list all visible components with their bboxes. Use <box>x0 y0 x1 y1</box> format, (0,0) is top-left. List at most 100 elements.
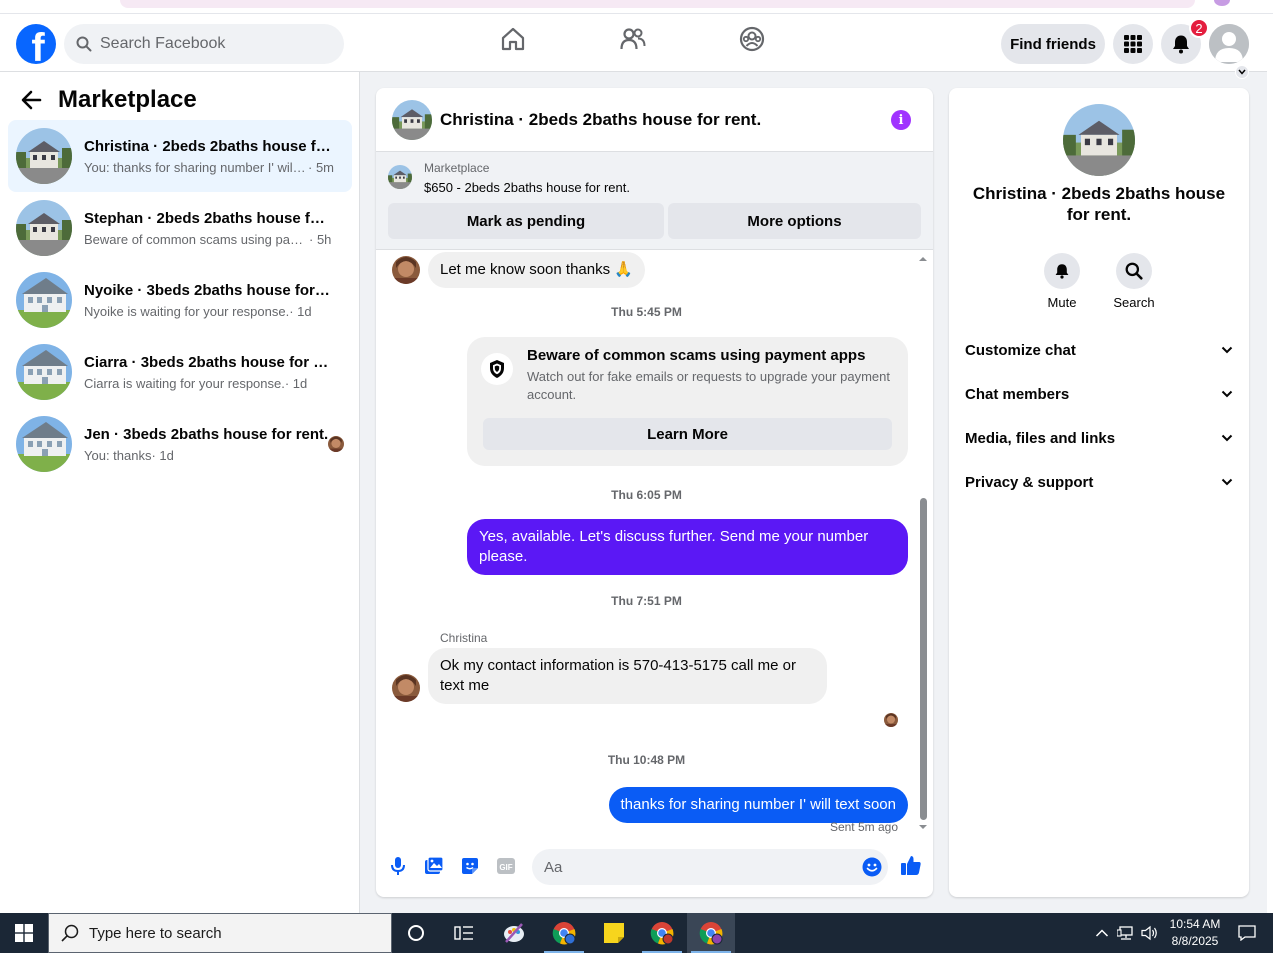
conversation-preview: You: thanks <box>84 447 152 463</box>
sticky-notes-icon[interactable] <box>590 913 638 953</box>
media-files-links-section[interactable]: Media, files and links <box>965 426 1233 450</box>
bell-icon <box>1173 35 1189 54</box>
chat-info-thumbnail[interactable] <box>1063 104 1135 176</box>
search-label: Search <box>1113 295 1155 310</box>
message-list: Let me know soon thanks 🙏 Thu 5:45 PM Be… <box>376 250 933 836</box>
notifications-button[interactable]: 2 <box>1161 18 1209 64</box>
scam-warning-card: Beware of common scams using payment app… <box>467 337 908 466</box>
info-icon[interactable]: i <box>891 110 911 130</box>
chevron-down-icon[interactable] <box>1235 65 1249 79</box>
photo-icon[interactable] <box>424 856 444 876</box>
taskbar-search-placeholder: Type here to search <box>89 924 222 942</box>
windows-taskbar: Type here to search 10:54 AM 8/8/2025 <box>0 913 1273 953</box>
scam-warning-title: Beware of common scams using payment app… <box>527 347 866 364</box>
avatar <box>392 674 420 702</box>
message-bubble: Let me know soon thanks 🙏 <box>428 252 645 288</box>
message-status: Sent 5m ago <box>829 820 898 834</box>
facebook-logo-icon[interactable]: f <box>16 24 56 64</box>
menu-grid-icon[interactable] <box>1113 24 1153 64</box>
chrome-icon[interactable] <box>540 913 588 953</box>
system-clock[interactable]: 10:54 AM 8/8/2025 <box>1160 916 1230 950</box>
privacy-support-section[interactable]: Privacy & support <box>965 470 1233 494</box>
conversation-name: Stephan · 2beds 2baths house for rent. <box>84 209 334 227</box>
back-arrow-icon[interactable] <box>20 89 42 111</box>
top-navigation: f Find friends 2 <box>0 14 1267 79</box>
search-bar[interactable] <box>64 24 344 64</box>
section-label: Privacy & support <box>965 473 1094 491</box>
windows-start-icon[interactable] <box>0 913 48 953</box>
action-center-icon[interactable] <box>1238 913 1256 953</box>
mute-label: Mute <box>1047 295 1077 310</box>
listing-thumbnail <box>16 200 72 256</box>
task-view-icon[interactable] <box>440 913 488 953</box>
browser-tab-strip <box>0 0 1273 14</box>
more-options-button[interactable]: More options <box>668 203 921 239</box>
conversation-time: · 5h <box>309 231 332 247</box>
scrollbar-thumb[interactable] <box>920 498 927 820</box>
conversation-time: · 1d <box>151 447 174 463</box>
conversation-preview: Ciarra is waiting for your response. <box>84 375 285 391</box>
chat-title[interactable]: Christina · 2beds 2baths house for rent. <box>440 110 761 130</box>
gif-icon[interactable]: GIF <box>496 856 516 876</box>
search-icon <box>76 36 92 52</box>
customize-chat-section[interactable]: Customize chat <box>965 338 1233 362</box>
listing-thumbnail[interactable] <box>388 165 412 189</box>
search-in-chat-button[interactable]: Search <box>1104 253 1164 310</box>
conversation-item[interactable]: Ciarra · 3beds 2baths house for rent. Ci… <box>8 336 352 408</box>
friends-icon[interactable] <box>620 26 646 57</box>
mark-as-pending-button[interactable]: Mark as pending <box>388 203 664 239</box>
profile-avatar[interactable] <box>1209 24 1249 64</box>
chat-panel: Christina · 2beds 2baths house for rent.… <box>376 88 933 897</box>
timestamp: Thu 5:45 PM <box>611 305 682 319</box>
svg-text:GIF: GIF <box>499 863 512 872</box>
avatar <box>392 256 420 284</box>
conversation-item[interactable]: Stephan · 2beds 2baths house for rent. B… <box>8 192 352 264</box>
chrome-icon[interactable] <box>638 913 686 953</box>
browser-tab[interactable] <box>120 0 1195 8</box>
page-scrollbar[interactable] <box>1267 14 1273 913</box>
clock-time: 10:54 AM <box>1169 917 1221 931</box>
search-input[interactable] <box>100 35 320 53</box>
microphone-icon[interactable] <box>388 856 408 876</box>
listing-title[interactable]: $650 - 2beds 2baths house for rent. <box>424 180 630 195</box>
page-title: Marketplace <box>58 86 197 113</box>
section-label: Chat members <box>965 385 1070 403</box>
mute-button[interactable]: Mute <box>1032 253 1092 310</box>
chat-members-section[interactable]: Chat members <box>965 382 1233 406</box>
network-icon[interactable] <box>1117 913 1135 953</box>
volume-icon[interactable] <box>1141 913 1159 953</box>
chat-info-panel: Christina · 2beds 2baths house for rent.… <box>949 88 1249 897</box>
chat-thumbnail[interactable] <box>392 100 432 140</box>
listing-thumbnail <box>16 416 72 472</box>
listing-thumbnail <box>16 272 72 328</box>
show-hidden-icons-chevron-icon[interactable] <box>1095 913 1109 953</box>
read-receipt-avatar <box>884 713 898 727</box>
sidebar-header: Marketplace <box>20 86 197 114</box>
thumbs-up-icon[interactable] <box>900 854 921 875</box>
conversation-preview: Nyoike is waiting for your response. <box>84 303 290 319</box>
find-friends-button[interactable]: Find friends <box>1001 24 1105 64</box>
timestamp: Thu 6:05 PM <box>611 488 682 502</box>
sender-name: Christina <box>440 631 488 645</box>
message-input[interactable] <box>544 849 844 885</box>
search-icon <box>61 924 79 942</box>
conversation-preview: Beware of common scams using payment app… <box>84 231 309 247</box>
taskbar-search-box[interactable]: Type here to search <box>48 913 392 953</box>
emoji-icon[interactable] <box>862 857 882 882</box>
conversation-item[interactable]: Christina · 2beds 2baths house for rent.… <box>8 120 352 192</box>
chat-header: Christina · 2beds 2baths house for rent.… <box>376 88 933 152</box>
paint-app-icon[interactable] <box>490 913 538 953</box>
conversation-item[interactable]: Nyoike · 3beds 2baths house for rent. Ny… <box>8 264 352 336</box>
chevron-down-icon <box>1221 434 1233 442</box>
listing-thumbnail <box>16 344 72 400</box>
message-input-wrapper <box>532 849 888 885</box>
browser-profile-icon[interactable] <box>1214 0 1230 6</box>
conversation-item[interactable]: Jen · 3beds 2baths house for rent. You: … <box>8 408 352 480</box>
groups-icon[interactable] <box>739 26 765 57</box>
home-icon[interactable] <box>500 26 526 57</box>
chrome-icon[interactable] <box>687 913 735 953</box>
learn-more-button[interactable]: Learn More <box>483 418 892 450</box>
cortana-icon[interactable] <box>392 913 440 953</box>
chat-scrollbar[interactable] <box>917 254 929 832</box>
sticker-icon[interactable] <box>460 856 480 876</box>
